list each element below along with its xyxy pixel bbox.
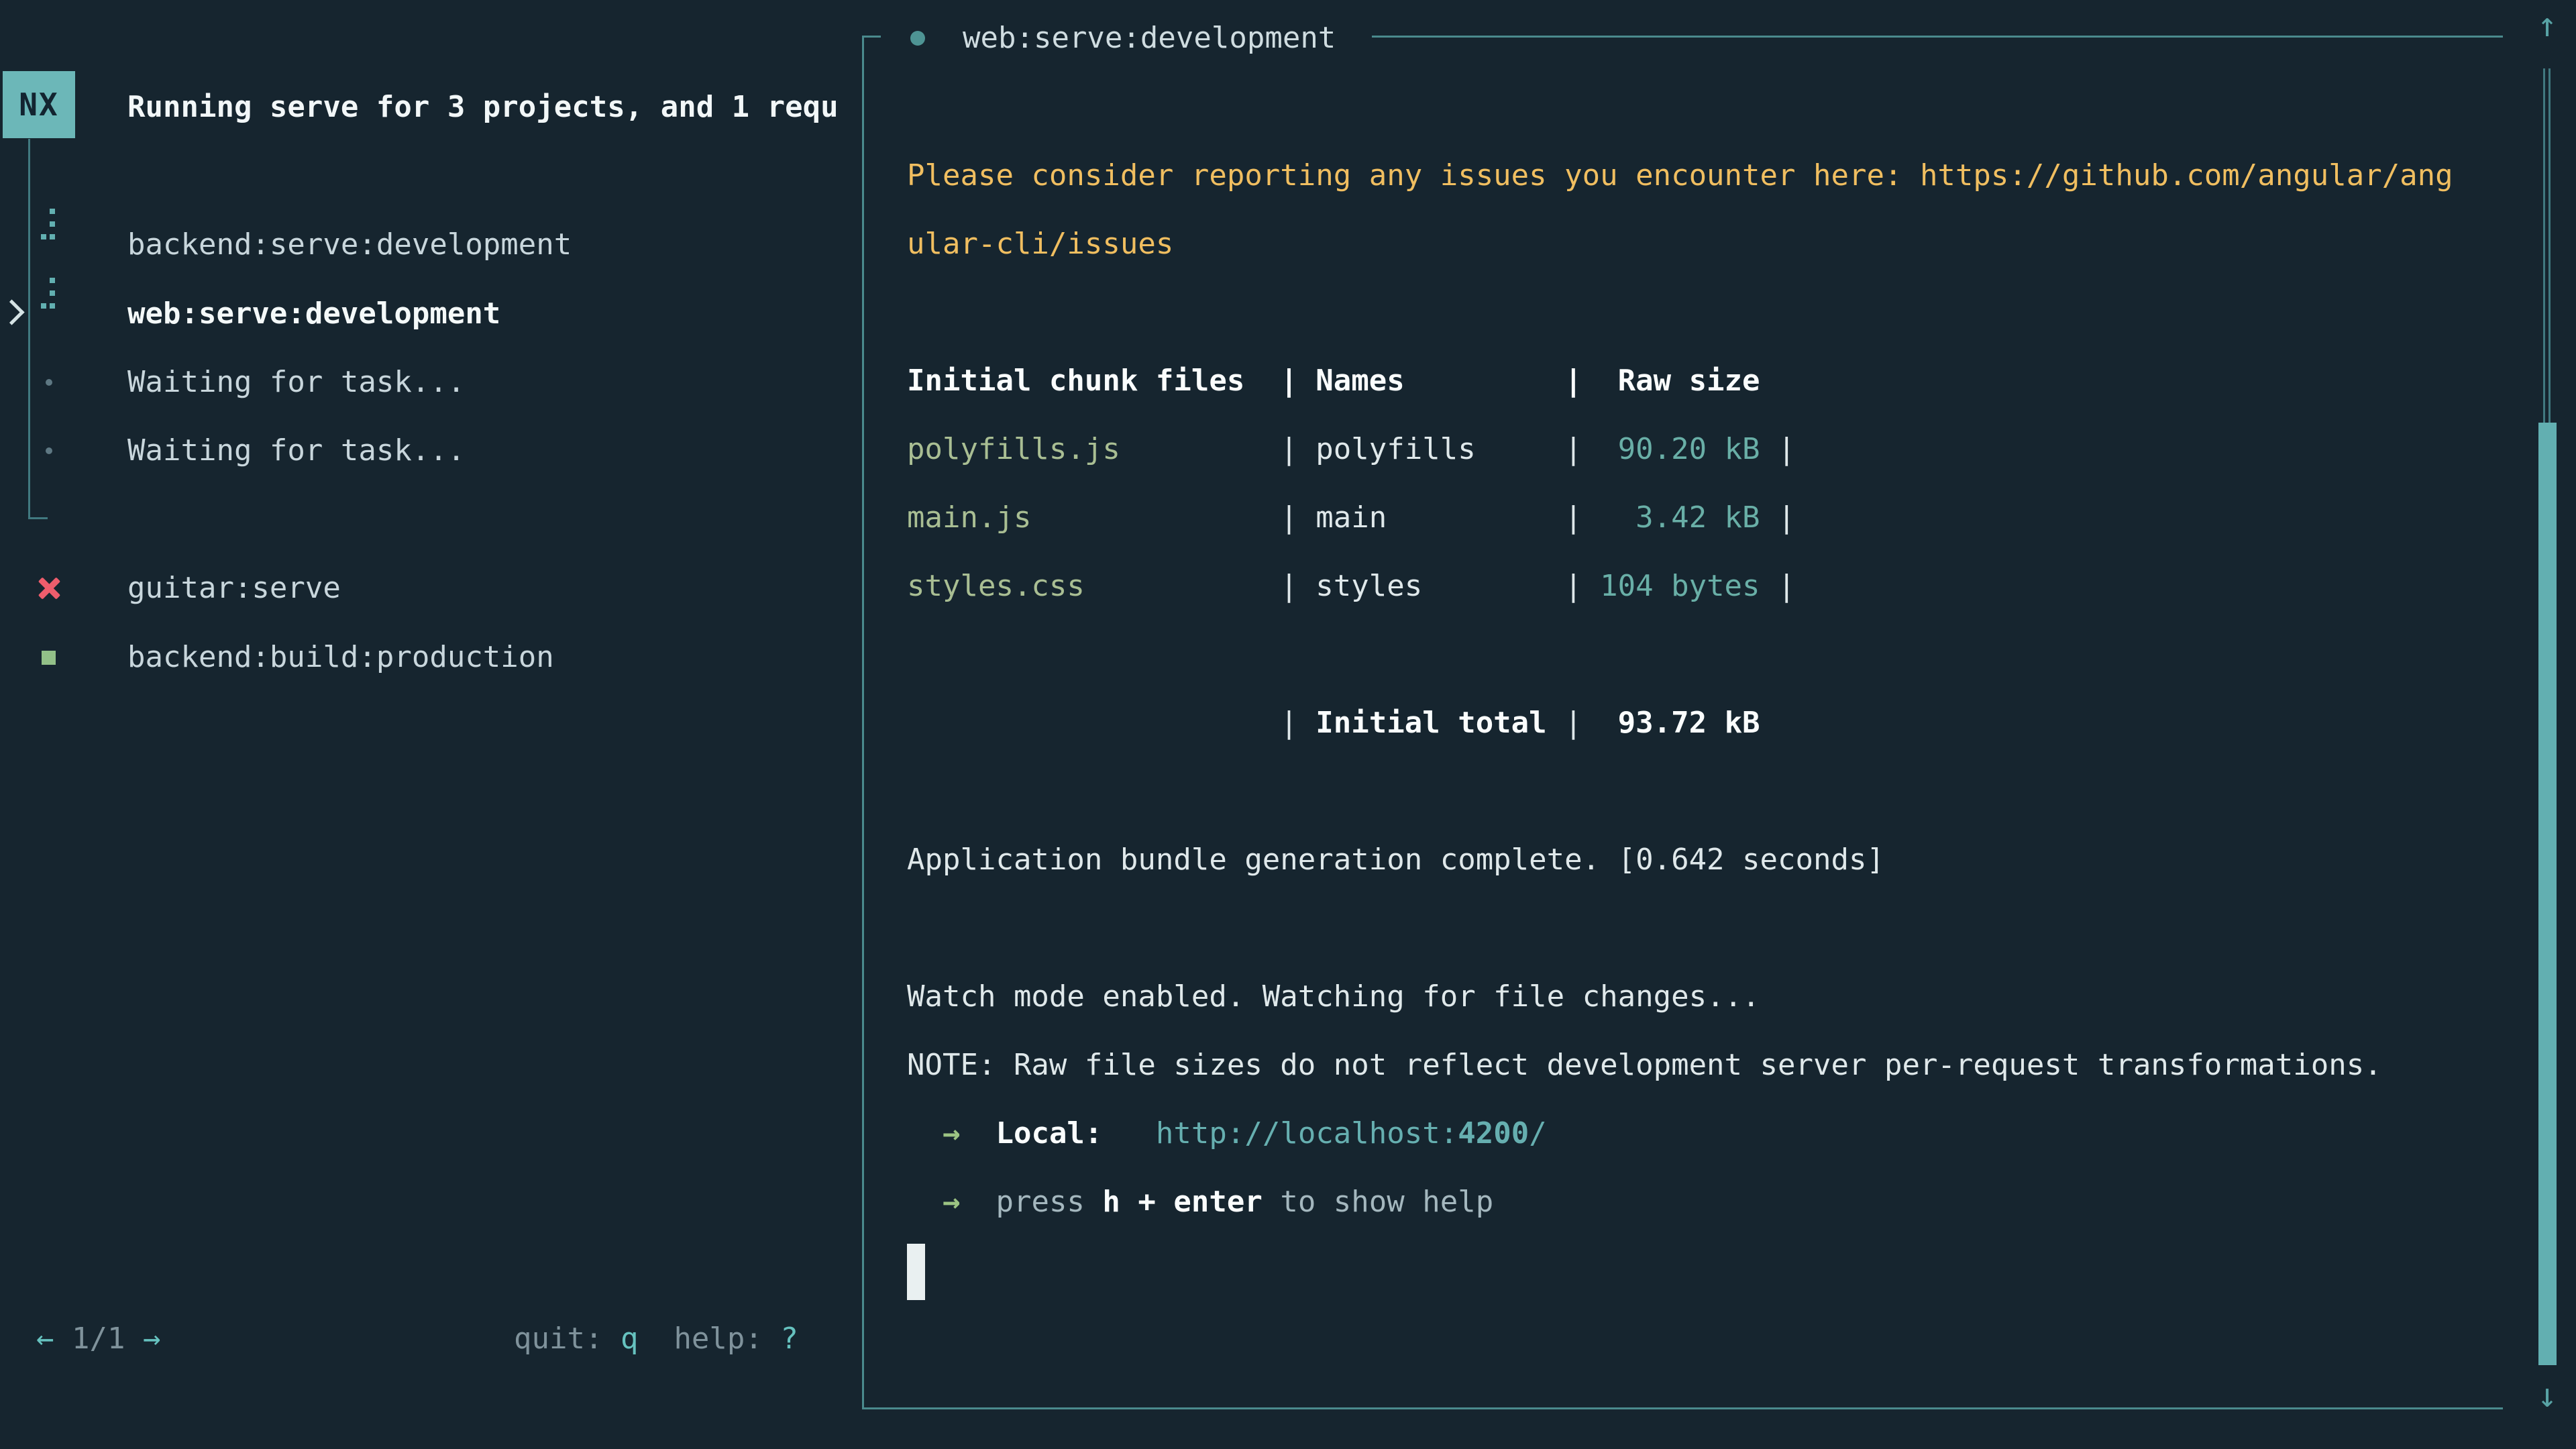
panel-border-bottom	[862, 1407, 2503, 1409]
terminal-cursor	[907, 1244, 925, 1300]
terminal-text: to show help	[1263, 1185, 1493, 1219]
hints-bar: quit: q help: ?	[514, 1305, 798, 1373]
terminal-text: 104 bytes	[1600, 569, 1760, 603]
terminal-line	[907, 757, 2504, 826]
terminal-line: | Initial total | 93.72 kB	[907, 689, 2504, 757]
pager-next-icon[interactable]: →	[143, 1322, 161, 1356]
terminal-line: → press h + enter to show help	[907, 1168, 2504, 1236]
terminal-text	[960, 1116, 996, 1150]
pager-prev-icon[interactable]: ←	[36, 1322, 54, 1356]
terminal-lines: Please consider reporting any issues you…	[907, 142, 2504, 1305]
arrow-right-icon: →	[943, 1116, 961, 1150]
spinner-icon	[41, 209, 55, 239]
panel-title: web:serve:development	[963, 4, 1336, 72]
local-url-link[interactable]: /	[1529, 1116, 1547, 1150]
terminal-text: ular-cli/issues	[907, 227, 1173, 261]
task-row[interactable]: guitar:serve	[0, 554, 862, 623]
arrow-right-icon: →	[943, 1185, 961, 1219]
terminal-text: |	[1760, 432, 1796, 466]
page-title: Running serve for 3 projects, and 1 requ	[127, 73, 839, 142]
scroll-down-icon[interactable]: ↓	[2529, 1379, 2565, 1412]
terminal-text: 90.20 kB	[1618, 432, 1760, 466]
task-row[interactable]: Waiting for task...	[0, 348, 862, 417]
terminal-line: → Local: http://localhost:4200/	[907, 1099, 2504, 1168]
terminal-line: polyfills.js | polyfills | 90.20 kB |	[907, 415, 2504, 484]
task-row[interactable]: web:serve:development	[0, 280, 862, 348]
nx-logo: NX	[3, 71, 75, 138]
terminal-line: Initial chunk files | Names | Raw size	[907, 347, 2504, 415]
terminal-text	[907, 1116, 943, 1150]
task-label: Waiting for task...	[127, 348, 465, 417]
terminal-text: main.js	[907, 500, 1031, 535]
terminal-text: NOTE: Raw file sizes do not reflect deve…	[907, 1048, 2382, 1082]
panel-title-rule	[1372, 36, 2503, 38]
scrollbar-thumb[interactable]	[2538, 423, 2557, 1365]
panel-border-left	[862, 36, 864, 1409]
terminal-text: |	[907, 706, 1316, 740]
help-hint-label: help:	[674, 1322, 762, 1356]
terminal-line: main.js | main | 3.42 kB |	[907, 484, 2504, 552]
terminal-text: Initial chunk files | Names | Raw size	[907, 364, 1760, 398]
failed-cross-icon	[38, 576, 60, 601]
local-url-link[interactable]: http://localhost:	[1156, 1116, 1458, 1150]
task-label: backend:serve:development	[127, 211, 572, 279]
terminal-text	[960, 1185, 996, 1219]
terminal-text: |	[1547, 706, 1618, 740]
terminal-text: Application bundle generation complete. …	[907, 843, 1884, 877]
terminal-text: | main |	[1031, 500, 1635, 535]
task-label: Waiting for task...	[127, 417, 465, 485]
pager: ← 1/1 →	[36, 1305, 160, 1373]
terminal-text: polyfills.js	[907, 432, 1120, 466]
quit-key[interactable]: q	[621, 1322, 639, 1356]
terminal-text: styles.css	[907, 569, 1085, 603]
terminal-text: | styles |	[1085, 569, 1600, 603]
scrollbar-track[interactable]	[2543, 68, 2551, 423]
task-row[interactable]: backend:serve:development	[0, 211, 862, 279]
scroll-up-icon[interactable]: ↑	[2529, 8, 2565, 42]
terminal-line: Please consider reporting any issues you…	[907, 142, 2504, 210]
success-square-icon	[42, 651, 56, 665]
help-key[interactable]: ?	[780, 1322, 798, 1356]
task-sidebar: NX Running serve for 3 projects, and 1 r…	[0, 0, 862, 1449]
quit-hint-label: quit:	[514, 1322, 602, 1356]
terminal-line	[907, 278, 2504, 347]
terminal-text: Local:	[996, 1116, 1102, 1150]
terminal-text	[1102, 1116, 1155, 1150]
terminal-text: press	[996, 1185, 1102, 1219]
terminal-text: 93.72 kB	[1618, 706, 1760, 740]
terminal-text: h + enter	[1102, 1185, 1262, 1219]
panel-border-top	[862, 36, 881, 38]
terminal-text: 3.42 kB	[1635, 500, 1760, 535]
terminal-line: Watch mode enabled. Watching for file ch…	[907, 963, 2504, 1031]
task-label: guitar:serve	[127, 554, 341, 623]
terminal-text: Initial total	[1316, 706, 1546, 740]
terminal-line	[907, 894, 2504, 963]
task-label: backend:build:production	[127, 623, 554, 692]
terminal-line	[907, 1236, 2504, 1305]
waiting-dot-icon	[46, 447, 52, 454]
task-row[interactable]: backend:build:production	[0, 623, 862, 692]
terminal-line: ular-cli/issues	[907, 210, 2504, 278]
terminal-text: | polyfills |	[1120, 432, 1618, 466]
terminal-text: |	[1760, 500, 1796, 535]
pager-label: 1/1	[72, 1322, 125, 1356]
terminal-line: NOTE: Raw file sizes do not reflect deve…	[907, 1031, 2504, 1099]
terminal-text: Watch mode enabled. Watching for file ch…	[907, 979, 1760, 1014]
terminal-text	[907, 1185, 943, 1219]
terminal-line: Application bundle generation complete. …	[907, 826, 2504, 894]
task-label: web:serve:development	[127, 280, 500, 348]
waiting-dot-icon	[46, 379, 52, 386]
local-url-link[interactable]: 4200	[1458, 1116, 1529, 1150]
selected-caret-icon	[0, 299, 25, 325]
running-status-dot-icon	[910, 31, 925, 46]
terminal-line: styles.css | styles | 104 bytes |	[907, 552, 2504, 621]
task-row[interactable]: Waiting for task...	[0, 417, 862, 485]
spinner-icon	[41, 278, 55, 309]
terminal-text: |	[1760, 569, 1796, 603]
terminal-line	[907, 621, 2504, 689]
terminal-text: Please consider reporting any issues you…	[907, 158, 2453, 193]
